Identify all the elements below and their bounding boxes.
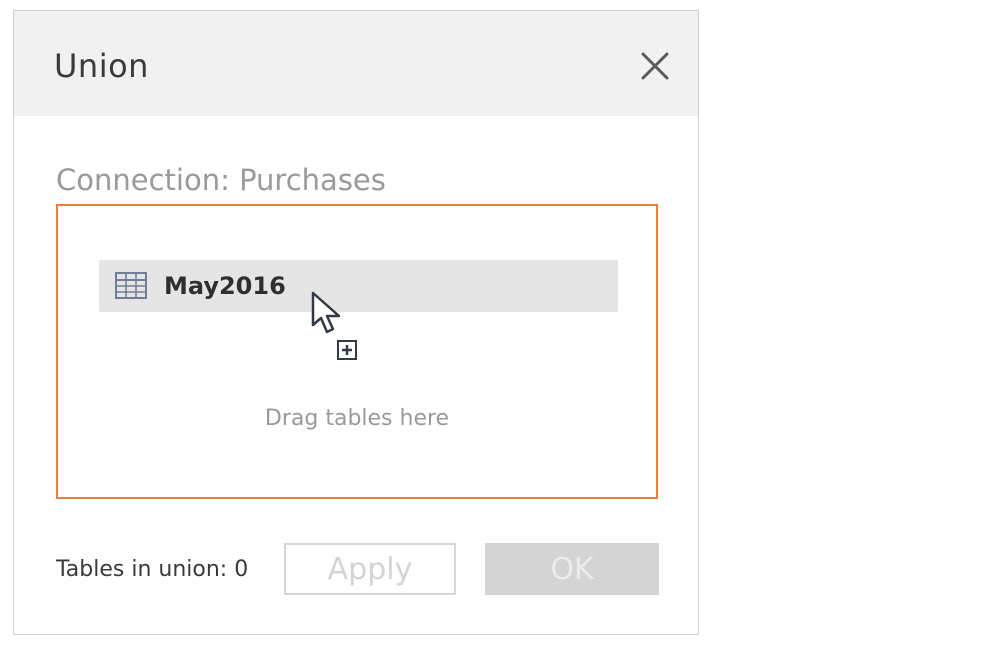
union-drop-zone[interactable]: May2016 Drag tables here — [56, 204, 658, 499]
dialog-title: Union — [54, 47, 149, 85]
drop-hint: Drag tables here — [264, 406, 450, 431]
apply-button[interactable]: Apply — [284, 543, 456, 595]
dragged-table-label: May2016 — [164, 272, 286, 300]
dialog-titlebar: Union — [14, 11, 698, 116]
mouse-pointer-icon — [311, 291, 341, 334]
ok-button[interactable]: OK — [485, 543, 659, 595]
dragged-table-item[interactable]: May2016 — [99, 260, 618, 312]
union-dialog: Union Connection: Purchases May2016 Drag… — [13, 10, 699, 635]
add-badge-icon — [337, 340, 357, 360]
tables-in-union-count: Tables in union: 0 — [56, 557, 249, 582]
table-grid-icon — [115, 272, 147, 299]
close-icon[interactable] — [638, 49, 672, 83]
connection-label: Connection: Purchases — [56, 163, 386, 197]
